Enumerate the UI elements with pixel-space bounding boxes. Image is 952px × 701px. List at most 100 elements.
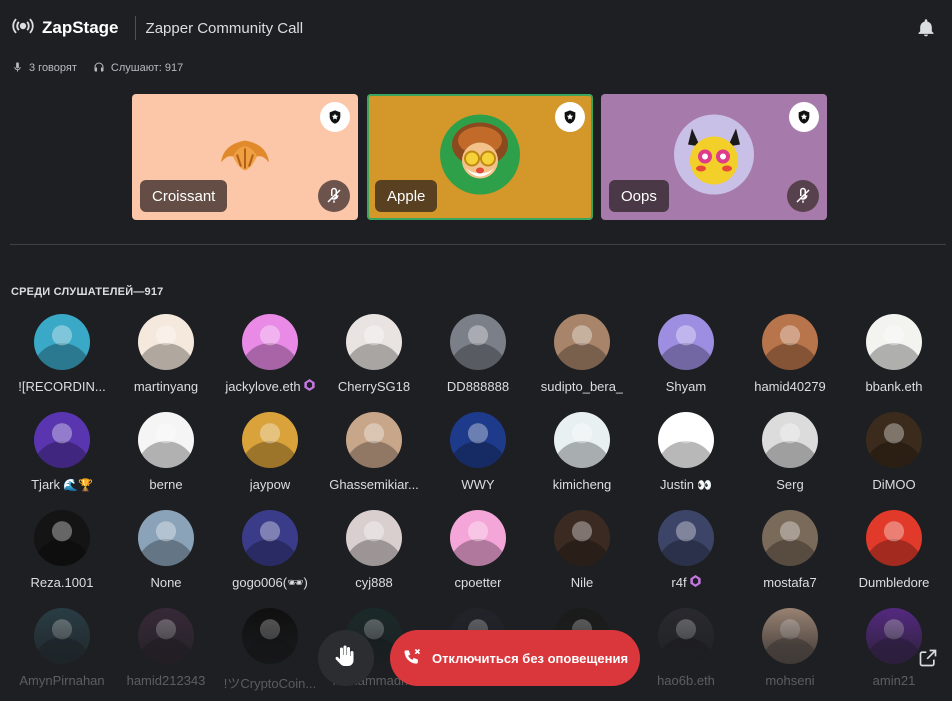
listener-item[interactable]: cpoetter <box>426 510 530 602</box>
listener-item[interactable]: sudipto_bera_ <box>530 314 634 406</box>
listener-item[interactable]: r4f <box>634 510 738 602</box>
listener-name-label: sudipto_bera_ <box>540 379 624 394</box>
listener-item[interactable]: Tjark 🌊🏆 <box>10 412 114 504</box>
listener-name: Serg <box>776 477 803 492</box>
speaker-name: Oops <box>609 180 669 212</box>
listener-name: sudipto_bera_ <box>541 379 623 394</box>
top-bar: ZapStage Zapper Community Call <box>0 0 952 56</box>
croissant-avatar <box>217 133 273 182</box>
listener-avatar <box>762 608 818 664</box>
listener-item[interactable]: !ツCryptoCoin... <box>218 608 322 700</box>
listener-name: jaypow <box>250 477 290 492</box>
listener-name: None <box>150 575 181 590</box>
microphone-icon <box>12 61 23 76</box>
listener-name: Ghassemikiar... <box>329 477 419 492</box>
listener-avatar <box>450 314 506 370</box>
speaker-tile-speaking[interactable]: Apple <box>367 94 593 220</box>
listener-name-label: Tjark <box>31 477 60 492</box>
status-emoji: 🌊🏆 <box>63 477 93 492</box>
listener-item[interactable]: kimicheng <box>530 412 634 504</box>
listener-name-label: berne <box>149 477 183 492</box>
listener-name: Dumbledore <box>859 575 930 590</box>
stage-broadcast-icon <box>12 15 34 42</box>
listener-avatar <box>346 412 402 468</box>
listener-name-label: Justin <box>660 477 694 492</box>
listener-item[interactable]: bbank.eth <box>842 314 946 406</box>
speaker-tile[interactable]: Oops <box>601 94 827 220</box>
listener-item[interactable]: jackylove.eth <box>218 314 322 406</box>
stage-stats: 3 говорят Слушают: 917 <box>12 60 193 76</box>
moderator-shield-icon <box>789 102 819 132</box>
section-divider <box>10 244 946 245</box>
listener-item[interactable]: ![RECORDIN... <box>10 314 114 406</box>
listener-avatar <box>138 412 194 468</box>
listener-avatar <box>450 510 506 566</box>
listener-item[interactable]: jaypow <box>218 412 322 504</box>
listener-avatar <box>242 412 298 468</box>
listener-name-label: WWY <box>461 477 495 492</box>
listener-name-label: ![RECORDIN... <box>18 379 106 394</box>
leave-quietly-button[interactable]: Отключиться без оповещения <box>390 630 640 686</box>
listener-name: cyj888 <box>355 575 393 590</box>
listener-avatar <box>554 510 610 566</box>
listener-avatar <box>138 510 194 566</box>
listener-item[interactable]: DiMOO <box>842 412 946 504</box>
listener-name: DiMOO <box>872 477 915 492</box>
listener-item[interactable]: mohseni <box>738 608 842 700</box>
listener-name-label: mostafa7 <box>763 575 817 590</box>
listener-name-label: AmynPirnahan <box>19 673 105 688</box>
listener-name-label: Serg <box>776 477 804 492</box>
status-emoji: 👀 <box>697 477 712 492</box>
listener-item[interactable]: berne <box>114 412 218 504</box>
pikachu-bear-avatar <box>674 114 754 200</box>
listener-name: mohseni <box>765 673 814 688</box>
moderator-shield-icon <box>320 102 350 132</box>
listener-item[interactable]: Shyam <box>634 314 738 406</box>
channel-title: Zapper Community Call <box>145 19 304 37</box>
listener-name: hamid212343 <box>127 673 206 688</box>
listener-item[interactable]: Reza.1001 <box>10 510 114 602</box>
listener-item[interactable]: hamid212343 <box>114 608 218 700</box>
listener-name: mostafa7 <box>763 575 816 590</box>
listener-item[interactable]: Dumbledore <box>842 510 946 602</box>
listener-item[interactable]: hao6b.eth <box>634 608 738 700</box>
listener-item[interactable]: Serg <box>738 412 842 504</box>
listener-name-label: mohseni <box>765 673 815 688</box>
bell-icon[interactable] <box>916 18 936 43</box>
popout-icon[interactable] <box>918 648 938 673</box>
brand: ZapStage <box>12 15 119 42</box>
listener-name: kimicheng <box>553 477 612 492</box>
raise-hand-button[interactable] <box>318 630 374 686</box>
listener-avatar <box>346 510 402 566</box>
hang-up-icon <box>402 647 422 670</box>
listener-name-label: DiMOO <box>872 477 916 492</box>
listener-name-label: jaypow <box>249 477 291 492</box>
listener-item[interactable]: mostafa7 <box>738 510 842 602</box>
listener-item[interactable]: CherrySG18 <box>322 314 426 406</box>
listener-name: amin21 <box>873 673 916 688</box>
listener-item[interactable]: gogo006(🕶) <box>218 510 322 602</box>
listener-name-label: !ツCryptoCoin... <box>223 676 317 691</box>
listener-item[interactable]: None <box>114 510 218 602</box>
listener-item[interactable]: Justin 👀 <box>634 412 738 504</box>
listener-name: Tjark 🌊🏆 <box>31 477 93 492</box>
listener-item[interactable]: DD888888 <box>426 314 530 406</box>
listener-item[interactable]: cyj888 <box>322 510 426 602</box>
speaker-name: Croissant <box>140 180 228 212</box>
muted-mic-icon <box>318 180 350 212</box>
listener-item[interactable]: martinyang <box>114 314 218 406</box>
listener-item[interactable]: AmynPirnahan <box>10 608 114 700</box>
listener-name: !ツCryptoCoin... <box>224 673 316 692</box>
audience-header: СРЕДИ СЛУШАТЕЛЕЙ—917 <box>11 286 164 298</box>
listener-item[interactable]: Nile <box>530 510 634 602</box>
listener-item[interactable]: hamid40279 <box>738 314 842 406</box>
listener-name-label: amin21 <box>872 673 916 688</box>
speaker-tile[interactable]: Croissant <box>132 94 358 220</box>
listener-name-label: Ghassemikiar... <box>329 477 419 492</box>
muted-mic-icon <box>787 180 819 212</box>
listener-name-label: hamid212343 <box>126 673 206 688</box>
listener-item[interactable]: Ghassemikiar... <box>322 412 426 504</box>
listener-item[interactable]: WWY <box>426 412 530 504</box>
listener-avatar <box>34 314 90 370</box>
listener-name: bbank.eth <box>865 379 922 394</box>
